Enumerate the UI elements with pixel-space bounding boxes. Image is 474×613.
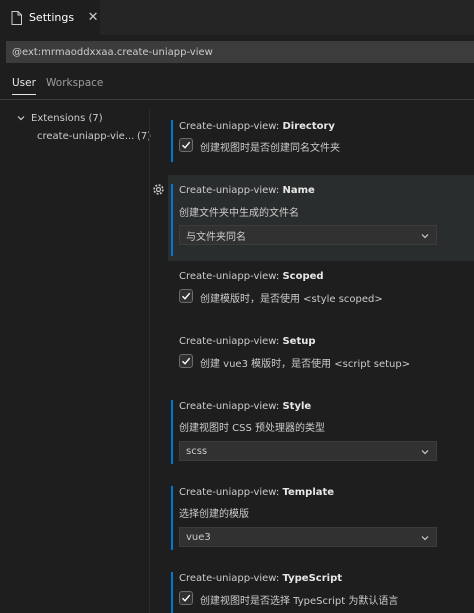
file-icon xyxy=(10,10,24,26)
tab-label: Settings xyxy=(28,11,75,24)
check-icon xyxy=(182,141,191,149)
template-select[interactable]: vue3 xyxy=(179,527,437,547)
toc-extensions[interactable]: Extensions (7) xyxy=(31,113,103,124)
scope-tabs: User Workspace xyxy=(0,72,474,100)
setting-title: Create-uniapp-view: TypeScript xyxy=(179,573,343,584)
setting-title: Create-uniapp-view: Name xyxy=(179,185,315,196)
style-select[interactable]: scss xyxy=(179,441,437,461)
chevron-down-icon xyxy=(420,533,430,546)
setting-description: 选择创建的模版 xyxy=(179,509,249,520)
setting-description: 创建视图时是否创建同名文件夹 xyxy=(200,143,340,154)
setting-description: 创建 vue3 模版时，是否使用 <script setup> xyxy=(200,359,411,370)
setting-scoped: Create-uniapp-view: Scoped 创建模版时，是否使用 <s… xyxy=(168,264,474,316)
setting-description: 创建视图时是否选择 TypeScript 为默认语言 xyxy=(200,596,399,607)
setting-description: 创建文件夹中生成的文件名 xyxy=(179,208,299,219)
modified-indicator xyxy=(171,120,173,162)
chevron-down-icon xyxy=(420,447,430,460)
select-value: vue3 xyxy=(186,531,211,543)
typescript-checkbox[interactable] xyxy=(179,591,193,605)
setting-style: Create-uniapp-view: Style 创建视图时 CSS 预处理器… xyxy=(168,394,474,466)
scoped-checkbox[interactable] xyxy=(179,289,193,303)
setting-template: Create-uniapp-view: Template 选择创建的模版 vue… xyxy=(168,480,474,552)
setup-checkbox[interactable] xyxy=(179,354,193,368)
modified-indicator xyxy=(171,184,173,256)
check-icon xyxy=(182,292,191,300)
check-icon xyxy=(182,357,191,365)
chevron-down-icon xyxy=(420,231,430,244)
setting-name: Create-uniapp-view: Name 创建文件夹中生成的文件名 与文… xyxy=(168,175,474,261)
chevron-down-icon[interactable] xyxy=(16,113,26,126)
modified-indicator xyxy=(171,486,173,550)
setting-description: 创建视图时 CSS 预处理器的类型 xyxy=(179,423,326,434)
close-icon[interactable]: ✕ xyxy=(86,10,100,25)
setting-directory: Create-uniapp-view: Directory 创建视图时是否创建同… xyxy=(168,114,474,164)
search-input[interactable] xyxy=(7,42,473,62)
settings-search-box xyxy=(6,41,474,63)
setting-description: 创建模版时，是否使用 <style scoped> xyxy=(200,294,383,305)
select-value: 与文件夹同名 xyxy=(186,231,246,243)
setting-title: Create-uniapp-view: Directory xyxy=(179,121,335,132)
tab-user[interactable]: User xyxy=(12,77,36,95)
name-select[interactable]: 与文件夹同名 xyxy=(179,225,437,245)
setting-title: Create-uniapp-view: Setup xyxy=(179,336,316,347)
setting-typescript: Create-uniapp-view: TypeScript 创建视图时是否选择… xyxy=(168,566,474,613)
select-value: scss xyxy=(186,445,208,457)
setting-setup: Create-uniapp-view: Setup 创建 vue3 模版时，是否… xyxy=(168,329,474,381)
tab-workspace[interactable]: Workspace xyxy=(46,77,103,94)
modified-indicator xyxy=(171,400,173,464)
modified-indicator xyxy=(171,572,173,613)
directory-checkbox[interactable] xyxy=(179,138,193,152)
check-icon xyxy=(182,594,191,602)
setting-title: Create-uniapp-view: Scoped xyxy=(179,271,324,282)
setting-title: Create-uniapp-view: Style xyxy=(179,401,312,412)
editor-tab-bar: Settings ✕ xyxy=(0,0,474,35)
gear-icon[interactable] xyxy=(152,183,165,199)
toc-divider[interactable] xyxy=(149,109,150,613)
toc-item-create-uniapp-view[interactable]: create-uniapp-vie... xyxy=(37,131,134,142)
settings-tab[interactable]: Settings ✕ xyxy=(0,0,100,35)
setting-title: Create-uniapp-view: Template xyxy=(179,487,335,498)
